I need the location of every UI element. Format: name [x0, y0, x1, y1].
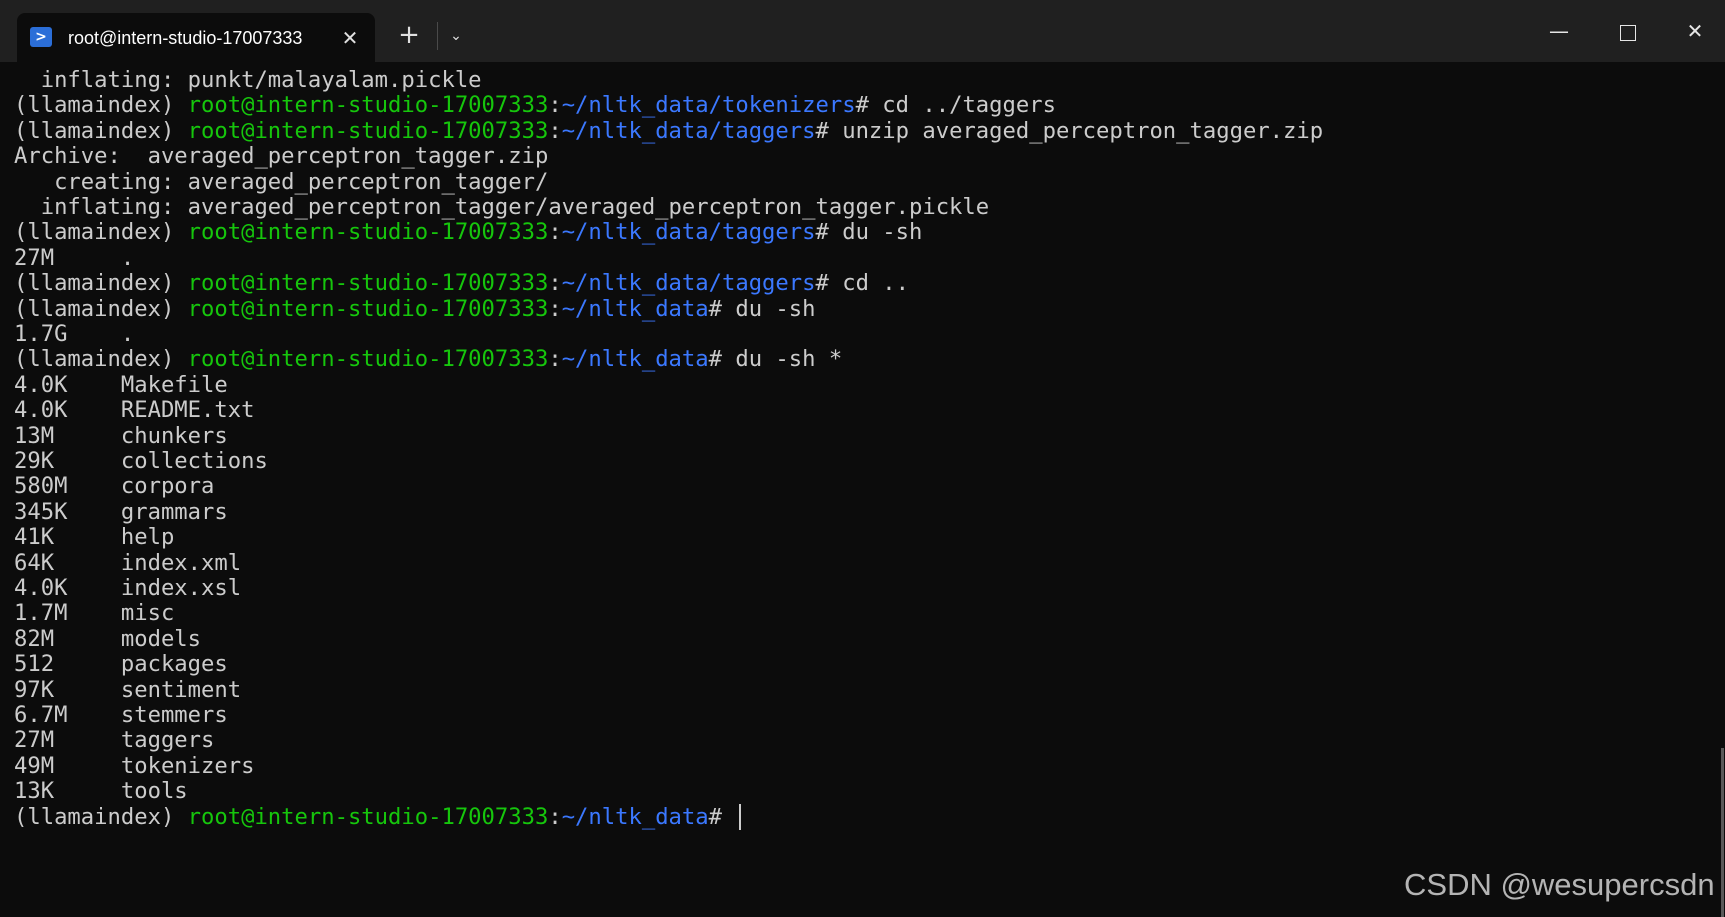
tab-close-icon[interactable]: ✕: [337, 25, 363, 51]
prompt-line: (llamaindex) root@intern-studio-17007333…: [14, 91, 1056, 119]
prompt-path: ~/nltk_data/taggers: [561, 117, 816, 144]
terminal-window: > root@intern-studio-17007333 ✕ + ⌄ — ✕ …: [0, 0, 1725, 917]
minimize-icon[interactable]: —: [1529, 6, 1589, 56]
prompt-line: (llamaindex) root@intern-studio-17007333…: [14, 269, 909, 297]
prompt-user-host: root@intern-studio-17007333: [187, 117, 549, 144]
tab-title: root@intern-studio-17007333: [68, 28, 303, 48]
output-line: 27M taggers: [14, 727, 215, 754]
powershell-icon: >: [30, 27, 52, 47]
output-line: 4.0K Makefile: [14, 371, 228, 398]
prompt-user-host: root@intern-studio-17007333: [187, 803, 549, 830]
chevron-down-icon[interactable]: ⌄: [440, 20, 472, 52]
prompt-line: (llamaindex) root@intern-studio-17007333…: [14, 295, 816, 323]
prompt-user-host: root@intern-studio-17007333: [187, 270, 549, 297]
output-line: 13K tools: [14, 778, 188, 805]
output-line: inflating: averaged_perceptron_tagger/av…: [14, 194, 990, 220]
command-text: # unzip averaged_perceptron_tagger.zip: [815, 117, 1324, 144]
prompt-user-host: root@intern-studio-17007333: [187, 346, 549, 373]
output-line: inflating: punkt/malayalam.pickle: [14, 67, 482, 93]
prompt-path: ~/nltk_data/tokenizers: [561, 92, 856, 119]
command-text: # cd ../taggers: [855, 92, 1056, 119]
prompt-line: (llamaindex) root@intern-studio-17007333…: [14, 117, 1323, 145]
command-text: #: [708, 803, 736, 830]
prompt-line: (llamaindex) root@intern-studio-17007333…: [14, 345, 842, 373]
divider: [437, 22, 438, 50]
output-line: 1.7G .: [14, 321, 135, 347]
prompt-line: (llamaindex) root@intern-studio-17007333…: [14, 803, 742, 831]
output-line: 27M .: [14, 244, 135, 271]
output-line: 49M tokenizers: [14, 752, 255, 779]
command-text: # du -sh: [815, 219, 923, 246]
prompt-env: (llamaindex): [14, 219, 188, 246]
output-line: 4.0K README.txt: [14, 397, 255, 424]
output-line: 13M chunkers: [14, 422, 228, 449]
output-line: 580M corpora: [14, 473, 215, 500]
scrollbar-thumb[interactable]: [1721, 748, 1724, 917]
output-line: 29K collections: [14, 448, 268, 474]
prompt-env: (llamaindex): [14, 92, 188, 119]
prompt-separator: :: [548, 270, 562, 297]
prompt-separator: :: [548, 92, 562, 119]
prompt-line: (llamaindex) root@intern-studio-17007333…: [14, 218, 922, 246]
command-text: # du -sh: [708, 295, 816, 322]
prompt-path: ~/nltk_data: [561, 295, 709, 322]
prompt-separator: :: [548, 117, 562, 144]
prompt-env: (llamaindex): [14, 803, 188, 830]
watermark: CSDN @wesupercsdn: [1404, 867, 1715, 902]
maximize-icon[interactable]: [1598, 6, 1658, 56]
prompt-user-host: root@intern-studio-17007333: [187, 295, 549, 322]
prompt-env: (llamaindex): [14, 117, 188, 144]
prompt-path: ~/nltk_data/taggers: [561, 270, 816, 297]
output-line: 97K sentiment: [14, 676, 242, 703]
terminal-output[interactable]: inflating: punkt/malayalam.pickle (llamai…: [0, 62, 1710, 917]
output-line: 6.7M stemmers: [14, 702, 228, 728]
prompt-user-host: root@intern-studio-17007333: [187, 92, 549, 119]
prompt-separator: :: [548, 346, 562, 373]
prompt-path: ~/nltk_data: [561, 346, 709, 373]
text-cursor: [739, 804, 742, 831]
tab-active[interactable]: > root@intern-studio-17007333 ✕: [17, 13, 375, 62]
command-text: # du -sh *: [708, 346, 843, 373]
prompt-env: (llamaindex): [14, 346, 188, 373]
prompt-path: ~/nltk_data/taggers: [561, 219, 816, 246]
prompt-path: ~/nltk_data: [561, 803, 709, 830]
prompt-env: (llamaindex): [14, 270, 188, 297]
output-line: Archive: averaged_perceptron_tagger.zip: [14, 143, 549, 170]
prompt-separator: :: [548, 803, 562, 830]
output-line: 64K index.xml: [14, 549, 242, 576]
output-line: 41K help: [14, 524, 175, 551]
close-window-icon[interactable]: ✕: [1665, 6, 1725, 56]
output-line: 1.7M misc: [14, 600, 175, 627]
new-tab-icon[interactable]: +: [393, 20, 425, 52]
output-line: 4.0K index.xsl: [14, 575, 242, 601]
output-line: 82M models: [14, 625, 202, 652]
prompt-separator: :: [548, 295, 562, 322]
output-line: 345K grammars: [14, 498, 228, 525]
output-line: 512 packages: [14, 651, 228, 678]
prompt-env: (llamaindex): [14, 295, 188, 322]
prompt-separator: :: [548, 219, 562, 246]
command-text: # cd ..: [815, 270, 910, 297]
prompt-user-host: root@intern-studio-17007333: [187, 219, 549, 246]
output-line: creating: averaged_perceptron_tagger/: [14, 168, 549, 195]
title-bar[interactable]: > root@intern-studio-17007333 ✕ + ⌄ — ✕: [0, 0, 1725, 62]
